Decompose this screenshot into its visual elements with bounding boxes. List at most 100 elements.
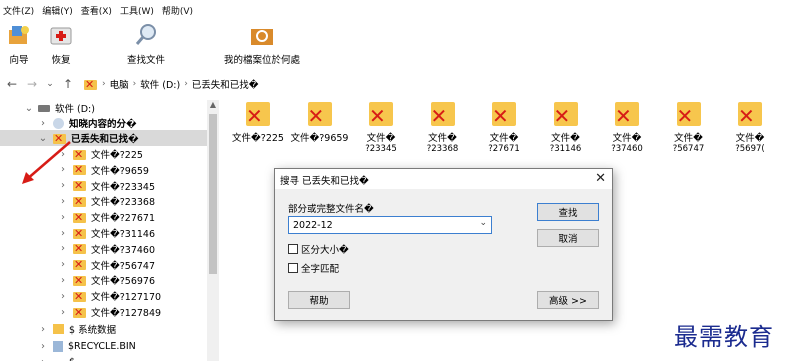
folder-icon bbox=[53, 324, 64, 334]
chevron-right-icon[interactable]: › bbox=[58, 291, 68, 302]
menu-help[interactable]: 帮助(V) bbox=[162, 4, 193, 17]
lost-folder-icon: ✕ bbox=[73, 306, 86, 319]
lost-folder-icon: ✕ bbox=[428, 100, 458, 130]
scroll-up-icon[interactable]: ▲ bbox=[207, 100, 219, 112]
menu-tools[interactable]: 工具(W) bbox=[120, 4, 154, 17]
lost-folder-icon: ✕ bbox=[73, 227, 86, 240]
tree-item-file[interactable]: › ✕ 文件�?31146 bbox=[0, 225, 207, 241]
scrollbar-thumb[interactable] bbox=[209, 114, 217, 274]
breadcrumb-drive[interactable]: 软件 (D:) bbox=[140, 77, 180, 91]
menu-view[interactable]: 查看(X) bbox=[81, 4, 112, 17]
chevron-right-icon[interactable]: › bbox=[38, 341, 48, 352]
match-case-checkbox[interactable]: 区分大小� bbox=[288, 242, 349, 256]
tree-item-file[interactable]: › ✕ 文件�?27671 bbox=[0, 209, 207, 225]
up-icon[interactable]: ↑ bbox=[60, 77, 76, 91]
tree-item-file[interactable]: › ✕ 文件�?127849 bbox=[0, 304, 207, 320]
tree-item-label: 文件�?37460 bbox=[91, 244, 156, 256]
lost-folder-icon: ✕ bbox=[551, 100, 581, 130]
file-item[interactable]: ✕ 文件� ?27671 bbox=[474, 100, 534, 170]
forward-icon[interactable]: → bbox=[24, 77, 40, 91]
file-name: 文件� bbox=[735, 133, 765, 144]
chevron-right-icon[interactable]: › bbox=[58, 196, 68, 207]
tree-item-label: 文件�?127170 bbox=[91, 292, 162, 304]
file-item[interactable]: ✕ 文件� ?23345 bbox=[351, 100, 411, 170]
lost-folder-icon: ✕ bbox=[73, 195, 86, 208]
file-name-suffix: ?5697( bbox=[735, 144, 765, 154]
checkbox-box[interactable] bbox=[288, 244, 298, 254]
file-name: 文件� bbox=[489, 133, 519, 144]
recent-chevron-icon[interactable]: ⌄ bbox=[44, 79, 56, 89]
chevron-right-icon[interactable]: › bbox=[58, 259, 68, 270]
file-item[interactable]: ✕ 文件�?225 bbox=[228, 100, 288, 170]
locate-button[interactable]: 我的檔案位於何處 bbox=[220, 21, 304, 69]
file-name-suffix: ?31146 bbox=[549, 144, 582, 154]
tree-item-file[interactable]: › ✕ 文件�?127170 bbox=[0, 288, 207, 304]
menu-file[interactable]: 文件(Z) bbox=[3, 4, 34, 17]
back-icon[interactable]: ← bbox=[4, 77, 20, 91]
file-item[interactable]: ✕ 文件� ?37460 bbox=[597, 100, 657, 170]
chevron-down-icon[interactable]: ⌄ bbox=[479, 218, 487, 228]
chevron-right-icon[interactable]: › bbox=[58, 212, 68, 223]
chevron-right-icon[interactable]: › bbox=[38, 357, 48, 361]
close-icon[interactable]: ✕ bbox=[595, 171, 606, 186]
filename-input[interactable]: 2022-12 ⌄ bbox=[288, 216, 492, 234]
tree-item-label: 文件�?9659 bbox=[91, 165, 149, 177]
tree-item-label: $ 系统数据 bbox=[69, 325, 117, 336]
lost-folder-icon: ✕ bbox=[73, 290, 86, 303]
chevron-right-icon[interactable]: › bbox=[58, 243, 68, 254]
tree-item-label: 文件�?56976 bbox=[91, 276, 156, 288]
tree-item-drive[interactable]: ⌄ 软件 (D:) bbox=[0, 100, 207, 116]
tree-item-file[interactable]: › ✕ 文件�?56747 bbox=[0, 257, 207, 273]
tree-item-file[interactable]: › ✕ 文件�?56976 bbox=[0, 272, 207, 288]
tree-item-label: $RECYCLE.BIN bbox=[68, 340, 136, 352]
file-name-suffix: ?56747 bbox=[672, 144, 705, 154]
file-item[interactable]: ✕ 文件� ?5697( bbox=[720, 100, 780, 170]
breadcrumb-lost-found[interactable]: 已丢失和已找� bbox=[192, 77, 259, 91]
breadcrumb-separator-icon: › bbox=[184, 79, 188, 89]
wizard-button[interactable]: 向导 bbox=[4, 21, 34, 69]
chevron-right-icon[interactable]: › bbox=[58, 228, 68, 239]
tree-item-system[interactable]: › $ 系统数据 bbox=[0, 321, 207, 337]
file-item[interactable]: ✕ 文件� ?56747 bbox=[659, 100, 719, 170]
filename-label: 部分或完整文件名� bbox=[288, 204, 374, 215]
lost-folder-icon: ✕ bbox=[243, 100, 273, 130]
tree-item-file[interactable]: › ✕ 文件�?23368 bbox=[0, 193, 207, 209]
chevron-down-icon[interactable]: ⌄ bbox=[24, 103, 34, 114]
first-aid-icon bbox=[46, 21, 76, 49]
lost-folder-icon: ✕ bbox=[489, 100, 519, 130]
checkbox-box[interactable] bbox=[288, 263, 298, 273]
advanced-button[interactable]: 高级 >> bbox=[537, 291, 599, 309]
toolbar: 向导 恢复 查找文件 我的檔案位於何處 bbox=[0, 21, 797, 69]
filename-value: 2022-12 bbox=[293, 220, 333, 231]
tree-item-label: 文件�?56747 bbox=[91, 260, 156, 272]
address-bar: ← → ⌄ ↑ ✕ › 电脑 › 软件 (D:) › 已丢失和已找� bbox=[0, 69, 797, 99]
recycle-bin-icon bbox=[53, 340, 63, 352]
tree-scrollbar[interactable]: ▲ bbox=[207, 100, 219, 361]
find-button[interactable]: 查找 bbox=[537, 203, 599, 221]
find-files-label: 查找文件 bbox=[126, 55, 165, 66]
file-item[interactable]: ✕ 文件�?9659 bbox=[290, 100, 350, 170]
file-item[interactable]: ✕ 文件� ?31146 bbox=[536, 100, 596, 170]
lost-folder-icon: ✕ bbox=[674, 100, 704, 130]
tree-item-recycle[interactable]: › $RECYCLE.BIN bbox=[0, 338, 207, 354]
file-name: 文件� bbox=[551, 133, 580, 144]
tree-item-file[interactable]: › ✕ 文件�?37460 bbox=[0, 241, 207, 257]
tree-item-known[interactable]: › 知晓内容的分� bbox=[0, 115, 207, 131]
search-dialog: 搜寻 已丢失和已找� ✕ 部分或完整文件名� 2022-12 ⌄ 区分大小� 全… bbox=[274, 168, 613, 321]
chevron-right-icon[interactable]: › bbox=[58, 307, 68, 318]
chevron-right-icon[interactable]: › bbox=[58, 275, 68, 286]
find-files-button[interactable]: 查找文件 bbox=[125, 21, 167, 69]
breadcrumb-computer[interactable]: 电脑 bbox=[110, 77, 129, 91]
restore-button[interactable]: 恢复 bbox=[46, 21, 76, 69]
file-name-suffix: ?27671 bbox=[488, 144, 520, 154]
file-item[interactable]: ✕ 文件� ?23368 bbox=[413, 100, 473, 170]
lost-folder-icon: ✕ bbox=[735, 100, 765, 130]
whole-word-checkbox[interactable]: 全字匹配 bbox=[288, 261, 339, 275]
cancel-button[interactable]: 取消 bbox=[537, 229, 599, 247]
menu-edit[interactable]: 编辑(Y) bbox=[42, 4, 73, 17]
chevron-right-icon[interactable]: › bbox=[38, 118, 48, 129]
annotation-arrow-icon bbox=[22, 141, 71, 184]
chevron-right-icon[interactable]: › bbox=[38, 324, 48, 335]
help-button[interactable]: 帮助 bbox=[288, 291, 350, 309]
tree-item-cut[interactable]: › $... bbox=[0, 354, 207, 361]
